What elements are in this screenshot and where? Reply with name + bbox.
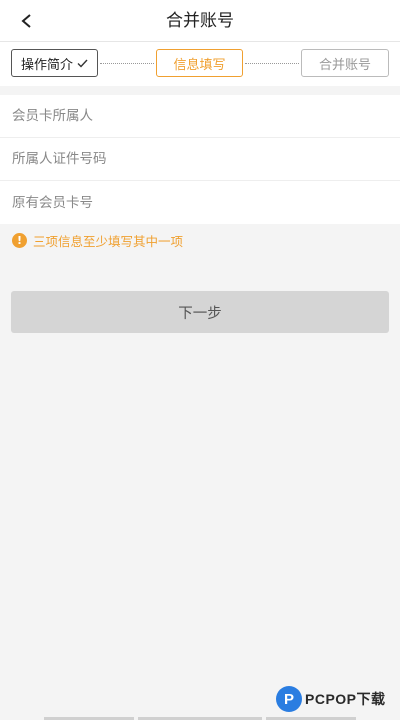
step-merge-account[interactable]: 合并账号 (301, 49, 389, 77)
step-merge-account-label: 合并账号 (318, 57, 371, 73)
original-card-number-input[interactable] (12, 194, 382, 211)
warning-icon: ! (12, 232, 27, 248)
step-intro-label: 操作简介 (20, 57, 73, 73)
next-step-button[interactable]: 下一步 (11, 291, 389, 333)
page-title: 合并账号 (166, 11, 234, 31)
form-row-card-number (0, 181, 400, 224)
section-gap (0, 86, 400, 95)
app-root: 合并账号 操作简介 信息填写 合并账号 会员卡所属人 所属人证件号码 原有会员卡… (0, 0, 400, 720)
hint-notice: ! 三项信息至少填写其中一项 (12, 232, 184, 249)
hint-text: 三项信息至少填写其中一项 (33, 233, 184, 249)
watermark: P PCPOP下载 (276, 684, 386, 714)
watermark-text: PCPOP下载 (305, 691, 386, 707)
step-indicator: 操作简介 信息填写 合并账号 (0, 42, 400, 86)
step-info-fill-label: 信息填写 (173, 57, 226, 73)
check-icon (77, 59, 88, 68)
watermark-logo-icon: P (276, 686, 302, 712)
card-owner-input[interactable] (12, 108, 382, 124)
step-connector (245, 63, 299, 64)
form-row-owner-id (0, 138, 400, 181)
form-row-card-owner (0, 95, 400, 138)
step-intro[interactable]: 操作简介 (11, 49, 98, 77)
step-info-fill[interactable]: 信息填写 (156, 49, 243, 77)
header-bar: 合并账号 (0, 0, 400, 42)
step-connector (100, 63, 154, 64)
info-form (0, 95, 400, 224)
owner-id-number-input[interactable] (12, 151, 382, 167)
